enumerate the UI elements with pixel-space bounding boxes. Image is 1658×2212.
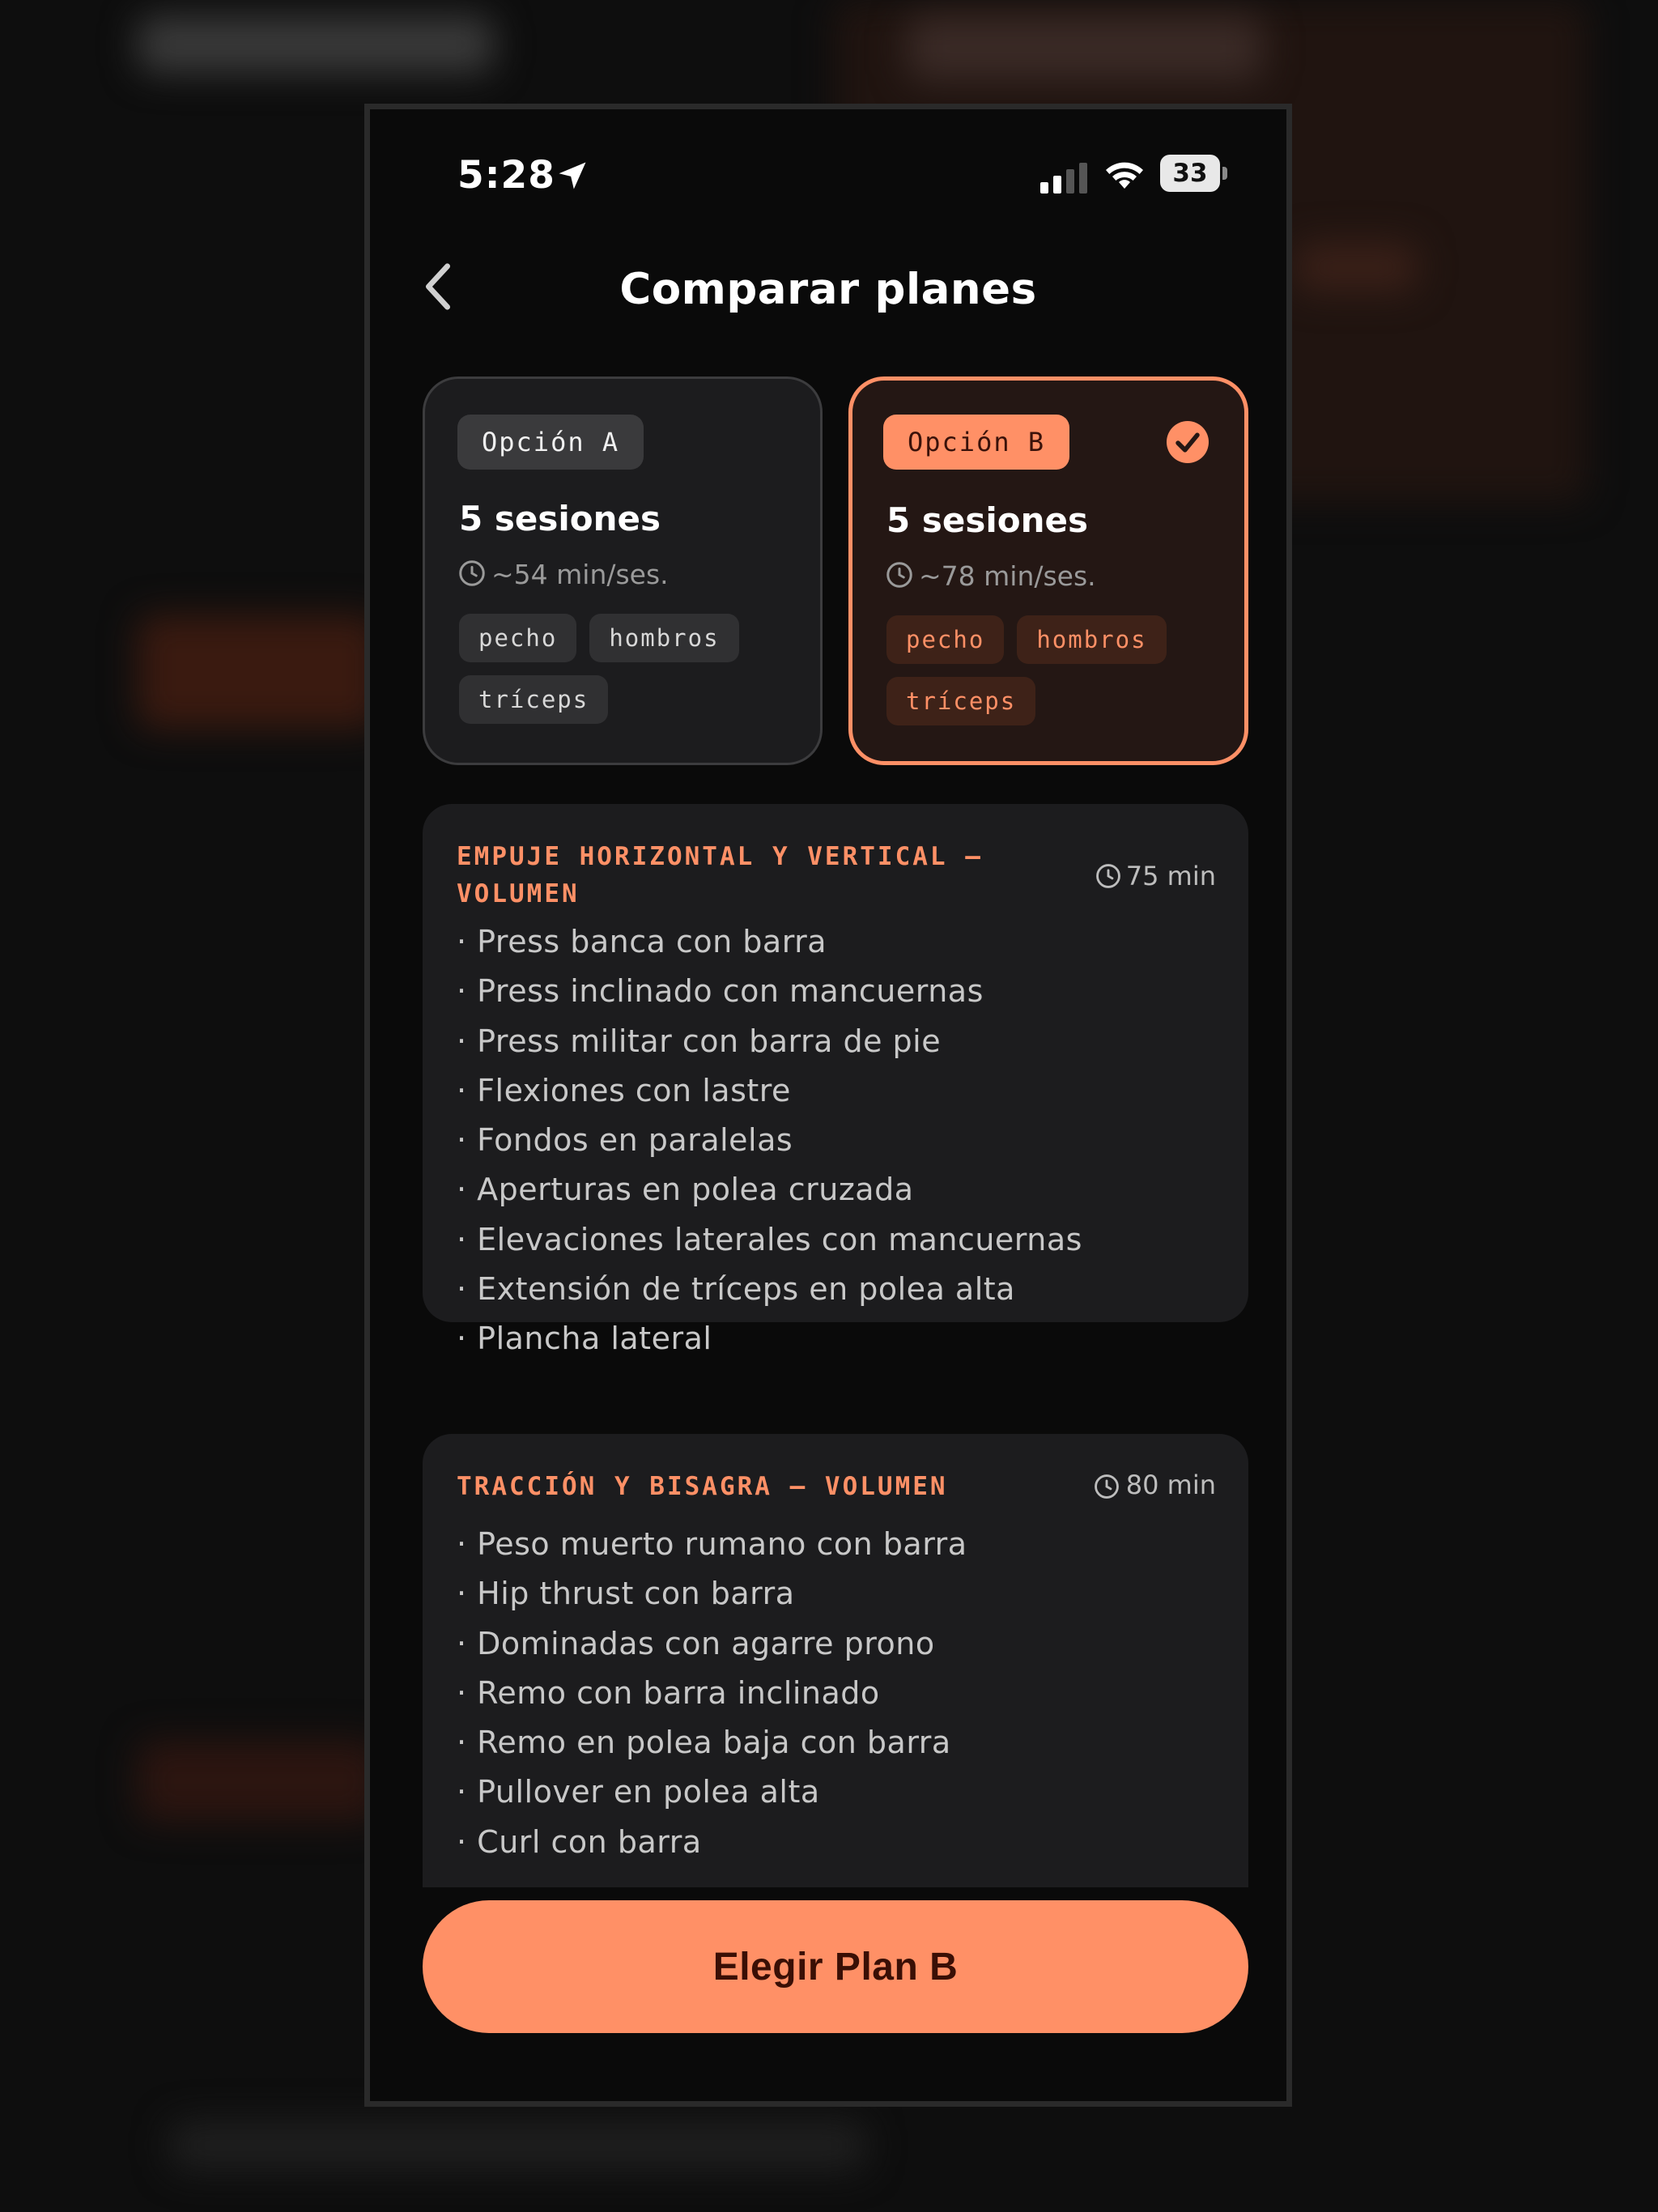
muscle-tags: pecho hombros tríceps: [886, 615, 1226, 725]
muscle-tag: hombros: [589, 614, 739, 662]
phone-screen: 5:28 33 Comparar planes Opción A 5 sesio…: [364, 104, 1292, 2107]
exercise-item: · Elevaciones laterales con mancuernas: [457, 1221, 1082, 1257]
battery-level: 33: [1172, 159, 1208, 188]
wifi-icon: [1106, 162, 1143, 189]
battery-tip: [1222, 167, 1227, 180]
option-badge: Opción A: [457, 415, 644, 470]
exercise-item: · Aperturas en polea cruzada: [457, 1172, 914, 1208]
option-b-card[interactable]: Opción B 5 sesiones ~78 min/ses. pecho h…: [848, 376, 1248, 765]
exercise-item: · Hip thrust con barra: [457, 1576, 795, 1612]
clock-icon: [886, 562, 912, 588]
session-panel: TRACCIÓN Y BISAGRA — VOLUMEN 80 min · Pe…: [423, 1434, 1248, 1887]
clock-icon: [1095, 1474, 1119, 1499]
checkmark-selected-icon: [1167, 421, 1209, 463]
page-title: Comparar planes: [619, 265, 1037, 314]
exercise-item: · Dominadas con agarre prono: [457, 1625, 935, 1661]
exercise-list: · Peso muerto rumano con barra · Hip thr…: [457, 1520, 967, 1867]
exercise-item: · Pullover en polea alta: [457, 1774, 820, 1810]
bg-blur-shape: [138, 1741, 380, 1822]
exercise-item: · Fondos en paralelas: [457, 1122, 793, 1159]
exercise-list: · Press banca con barra · Press inclinad…: [457, 917, 1082, 1364]
muscle-tag: tríceps: [459, 675, 609, 724]
bg-blur-shape: [138, 16, 494, 73]
exercise-item: · Press militar con barra de pie: [457, 1023, 942, 1059]
bg-blur-shape: [1295, 243, 1417, 291]
battery-icon: 33: [1160, 155, 1228, 192]
session-duration: 75 min: [1125, 861, 1216, 891]
session-title: TRACCIÓN Y BISAGRA — VOLUMEN: [457, 1472, 948, 1501]
muscle-tag: tríceps: [886, 677, 1036, 725]
sessions-count: 5 sesiones: [886, 500, 1088, 540]
muscle-tag: hombros: [1017, 615, 1167, 664]
bg-blur-shape: [907, 16, 1263, 81]
session-title-line: VOLUMEN: [457, 879, 580, 908]
session-title: EMPUJE HORIZONTAL Y VERTICAL — VOLUMEN: [457, 838, 983, 912]
muscle-tags: pecho hombros tríceps: [459, 614, 799, 724]
session-panel: EMPUJE HORIZONTAL Y VERTICAL — VOLUMEN 7…: [423, 804, 1248, 1356]
exercise-item: · Remo con barra inclinado: [457, 1674, 880, 1711]
option-badge: Opción B: [883, 415, 1070, 470]
muscle-tag: pecho: [459, 614, 577, 662]
sessions-count: 5 sesiones: [459, 499, 661, 538]
bg-blur-shape: [170, 2121, 866, 2170]
exercise-item: · Extensión de tríceps en polea alta: [457, 1271, 1015, 1308]
option-a-card[interactable]: Opción A 5 sesiones ~54 min/ses. pecho h…: [423, 376, 823, 765]
clock-icon: [1096, 864, 1120, 888]
exercise-item: · Flexiones con lastre: [457, 1072, 791, 1108]
exercise-item: · Plancha lateral: [457, 1321, 712, 1357]
exercise-item: · Press banca con barra: [457, 924, 827, 959]
session-duration: ~78 min/ses.: [919, 560, 1096, 592]
exercise-item: · Peso muerto rumano con barra: [457, 1526, 967, 1562]
cellular-signal-icon: [1040, 163, 1087, 194]
choose-plan-button[interactable]: Elegir Plan B: [423, 1900, 1248, 2033]
location-arrow-icon: [559, 162, 586, 189]
session-duration: 80 min: [1125, 1470, 1216, 1500]
bg-blur-shape: [138, 615, 380, 729]
muscle-tag: pecho: [886, 615, 1005, 664]
status-time: 5:28: [457, 153, 555, 198]
session-title-line: EMPUJE HORIZONTAL Y VERTICAL —: [457, 842, 983, 871]
exercise-item: · Remo en polea baja con barra: [457, 1725, 951, 1761]
clock-icon: [459, 560, 485, 586]
exercise-item: · Press inclinado con mancuernas: [457, 973, 984, 1010]
exercise-item: · Curl con barra: [457, 1823, 702, 1860]
session-duration: ~54 min/ses.: [491, 559, 669, 590]
